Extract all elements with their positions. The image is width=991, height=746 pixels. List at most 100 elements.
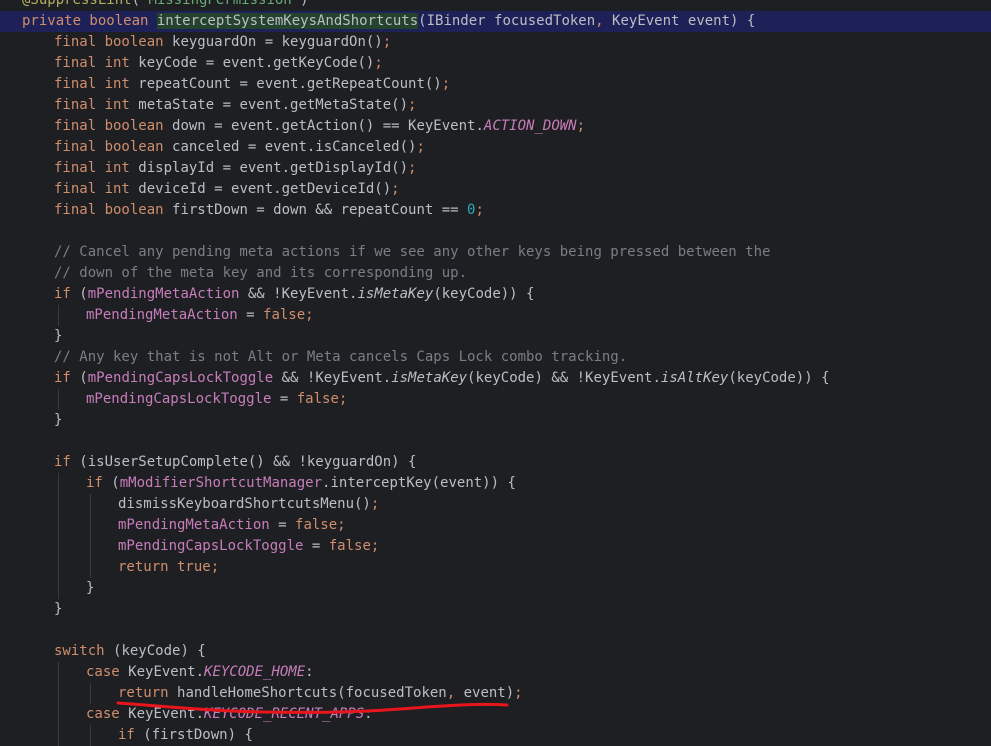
code-token: mPendingMetaAction [118, 517, 270, 533]
code-token: isAltKey [660, 370, 729, 386]
code-line[interactable]: if (isUserSetupComplete() && !keyguardOn… [0, 452, 991, 473]
code-token: ; [408, 97, 417, 113]
code-line[interactable]: mPendingMetaAction = false; [0, 515, 991, 536]
code-token: = [269, 517, 296, 533]
code-text: mPendingMetaAction = false; [86, 305, 314, 326]
code-text: mPendingCapsLockToggle = false; [86, 389, 347, 410]
code-line[interactable]: if (mPendingMetaAction && !KeyEvent.isMe… [0, 284, 991, 305]
code-token: false; [296, 391, 348, 407]
indent-guide [58, 662, 59, 746]
code-token: return true; [118, 559, 220, 575]
code-line[interactable]: final boolean firstDown = down && repeat… [0, 200, 991, 221]
code-text: final int displayId = event.getDisplayId… [54, 158, 416, 179]
code-line[interactable]: return true; [0, 557, 991, 578]
code-text: case KeyEvent.KEYCODE_RECENT_APPS: [86, 704, 373, 725]
code-token: } [54, 328, 63, 344]
code-line[interactable]: final int deviceId = event.getDeviceId()… [0, 179, 991, 200]
code-line[interactable]: } [0, 410, 991, 431]
code-line[interactable] [0, 221, 991, 242]
code-text: final boolean down = event.getAction() =… [54, 116, 585, 137]
code-line[interactable]: case KeyEvent.KEYCODE_HOME: [0, 662, 991, 683]
code-token: false; [328, 538, 380, 554]
code-token: final boolean [54, 34, 173, 50]
code-token: if [86, 475, 112, 491]
code-token: && !KeyEvent. [239, 286, 358, 302]
code-token: case [86, 706, 129, 722]
indent-guide [90, 494, 91, 578]
code-text: return true; [118, 557, 219, 578]
code-line[interactable]: case KeyEvent.KEYCODE_RECENT_APPS: [0, 704, 991, 725]
code-line[interactable]: // Any key that is not Alt or Meta cance… [0, 347, 991, 368]
code-token: KeyEvent. [128, 706, 205, 722]
code-line[interactable]: if (mModifierShortcutManager.interceptKe… [0, 473, 991, 494]
code-line[interactable]: // down of the meta key and its correspo… [0, 263, 991, 284]
code-text: switch (keyCode) { [54, 641, 206, 662]
code-line[interactable]: } [0, 326, 991, 347]
code-editor[interactable]: @SuppressLint("MissingPermission") privat… [0, 0, 991, 746]
code-token: .interceptKey(event)) { [322, 475, 516, 491]
code-text: final boolean keyguardOn = keyguardOn(); [54, 32, 391, 53]
code-token: ; [576, 118, 586, 134]
code-line[interactable]: final boolean canceled = event.isCancele… [0, 137, 991, 158]
code-text: dismissKeyboardShortcutsMenu(); [118, 494, 379, 515]
code-line[interactable] [0, 431, 991, 452]
code-line[interactable]: final boolean keyguardOn = keyguardOn(); [0, 32, 991, 53]
code-token: repeatCount = event.getRepeatCount() [138, 76, 442, 92]
code-line[interactable]: if (mPendingCapsLockToggle && !KeyEvent.… [0, 368, 991, 389]
code-line[interactable]: mPendingMetaAction = false; [0, 305, 991, 326]
code-line[interactable]: final int displayId = event.getDisplayId… [0, 158, 991, 179]
code-text: final int deviceId = event.getDeviceId()… [54, 179, 400, 200]
code-line[interactable]: return handleHomeShortcuts(focusedToken,… [0, 683, 991, 704]
code-token: @SuppressLint [22, 0, 132, 8]
code-text: final int metaState = event.getMetaState… [54, 95, 416, 116]
code-token: isMetaKey [391, 370, 468, 386]
code-token: // Cancel any pending meta actions if we… [54, 244, 771, 260]
code-token: KEYCODE_RECENT_APPS [204, 706, 365, 722]
code-line[interactable]: @SuppressLint("MissingPermission") [0, 0, 991, 11]
code-token: ( [131, 0, 141, 8]
code-token: case [86, 664, 129, 680]
code-token: event) [463, 685, 515, 701]
code-text: if (mPendingMetaAction && !KeyEvent.isMe… [54, 284, 534, 305]
code-token: , [595, 13, 613, 29]
code-token: ) [300, 0, 309, 8]
indent-guide [90, 683, 91, 704]
code-token: // down of the meta key and its correspo… [54, 265, 468, 281]
code-token: ; [391, 181, 400, 197]
code-token: displayId = event.getDisplayId() [138, 160, 409, 176]
code-line[interactable]: switch (keyCode) { [0, 641, 991, 662]
code-token: false; [295, 517, 346, 533]
code-token: keyCode = event.getKeyCode() [138, 55, 375, 71]
code-line[interactable] [0, 620, 991, 641]
code-token: switch [54, 643, 114, 659]
code-token: final int [54, 160, 139, 176]
code-line-current[interactable]: private boolean interceptSystemKeysAndSh… [0, 11, 991, 32]
code-line[interactable]: mPendingCapsLockToggle = false; [0, 389, 991, 410]
code-token: : [364, 706, 373, 722]
code-token: ; [382, 34, 392, 50]
code-token: mPendingMetaAction [87, 286, 240, 302]
code-token: mPendingCapsLockToggle [87, 370, 274, 386]
code-text: case KeyEvent.KEYCODE_HOME: [86, 662, 314, 683]
code-line[interactable]: mPendingCapsLockToggle = false; [0, 536, 991, 557]
code-line[interactable]: final boolean down = event.getAction() =… [0, 116, 991, 137]
code-line[interactable]: dismissKeyboardShortcutsMenu(); [0, 494, 991, 515]
code-line[interactable]: } [0, 578, 991, 599]
code-line[interactable]: if (firstDown) { [0, 725, 991, 746]
code-token: (keyCode)) { [728, 370, 830, 386]
code-token: dismissKeyboardShortcutsMenu() [118, 496, 371, 512]
code-line[interactable]: } [0, 599, 991, 620]
code-text: final int repeatCount = event.getRepeatC… [54, 74, 450, 95]
code-token: mModifierShortcutManager [119, 475, 323, 491]
code-token: false; [263, 307, 314, 323]
code-token: = [271, 391, 297, 407]
code-line[interactable]: // Cancel any pending meta actions if we… [0, 242, 991, 263]
code-token: ; [374, 55, 383, 71]
code-line[interactable]: final int metaState = event.getMetaState… [0, 95, 991, 116]
code-text: private boolean interceptSystemKeysAndSh… [22, 11, 755, 32]
code-token: ( [111, 475, 120, 491]
code-token: if [118, 727, 144, 743]
code-line[interactable]: final int repeatCount = event.getRepeatC… [0, 74, 991, 95]
code-line[interactable]: final int keyCode = event.getKeyCode(); [0, 53, 991, 74]
code-token: if [54, 454, 80, 470]
